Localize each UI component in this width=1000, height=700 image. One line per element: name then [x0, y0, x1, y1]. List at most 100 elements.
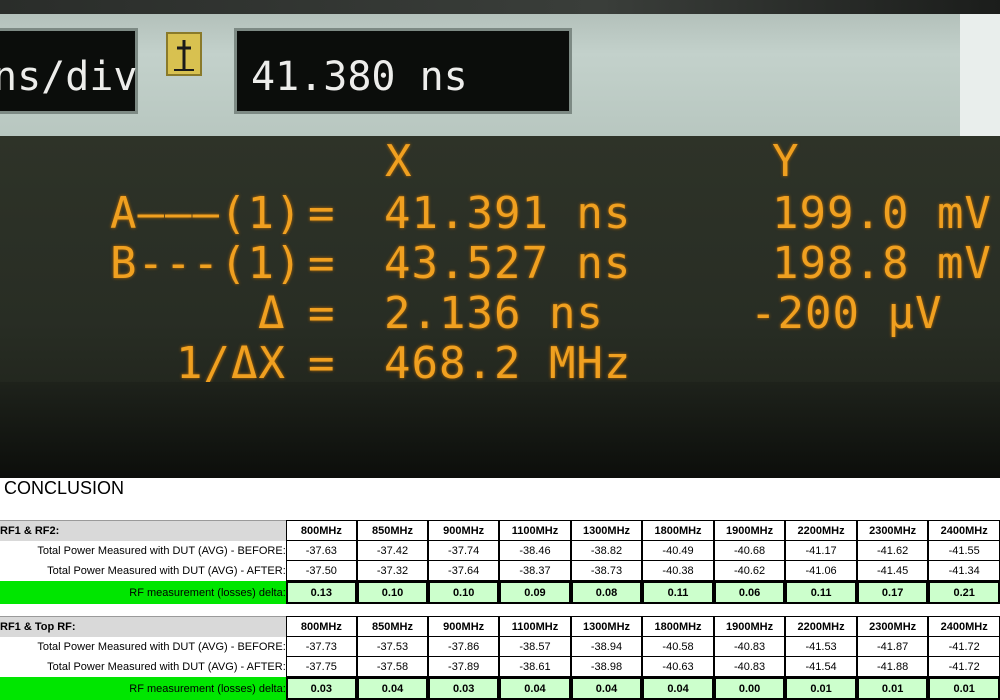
before-value: -40.83	[713, 637, 786, 657]
frequency-header: 2400MHz	[928, 616, 1000, 637]
frequency-header: 1900MHz	[713, 520, 786, 541]
scope-bezel-top	[0, 0, 1000, 14]
before-value: -38.46	[499, 541, 571, 561]
before-value: -40.58	[642, 637, 714, 657]
delta-value: 0.04	[642, 677, 714, 700]
cursor-a-equals: =	[308, 188, 336, 239]
delta-equals: =	[308, 288, 336, 339]
after-value: -40.83	[713, 657, 786, 677]
table-header-row: RF1 & RF2: 800MHz 850MHz 900MHz 1100MHz 1300…	[0, 520, 1000, 541]
before-value: -41.53	[785, 637, 857, 657]
frequency-header: 850MHz	[356, 616, 429, 637]
after-value: -37.89	[428, 657, 500, 677]
before-value: -37.73	[285, 637, 357, 657]
after-value: -40.63	[642, 657, 714, 677]
cursor-b-y: 198.8 mV	[772, 238, 992, 289]
before-value: -41.87	[856, 637, 929, 657]
frequency-header: 800MHz	[285, 616, 357, 637]
timebase-value: ns/div	[0, 54, 138, 100]
delta-value: 0.00	[713, 677, 786, 700]
cursor-a-x: 41.391 ns	[384, 188, 632, 239]
after-value: -41.88	[856, 657, 929, 677]
delta-value: 0.17	[856, 581, 929, 604]
after-value: -41.72	[928, 657, 1000, 677]
after-value: -38.98	[570, 657, 643, 677]
before-label: Total Power Measured with DUT (AVG) - BE…	[37, 641, 286, 653]
frequency-header: 1300MHz	[570, 616, 643, 637]
frequency-header: 800MHz	[285, 520, 357, 541]
rf1-rf2-table: RF1 & RF2: 800MHz 850MHz 900MHz 1100MHz 1300…	[0, 520, 1000, 604]
delta-x: 2.136 ns	[384, 288, 604, 339]
table-row-after: Total Power Measured with DUT (AVG) - AF…	[0, 561, 1000, 581]
before-value: -37.42	[356, 541, 429, 561]
delta-value: 0.11	[785, 581, 857, 604]
delta-label: RF measurement (losses) delta:	[0, 581, 286, 604]
cursor-b-x: 43.527 ns	[384, 238, 632, 289]
table-row-before: Total Power Measured with DUT (AVG) - BE…	[0, 637, 1000, 657]
after-value: -37.58	[356, 657, 429, 677]
frequency-header: 1800MHz	[642, 520, 714, 541]
before-value: -37.53	[356, 637, 429, 657]
table-row-after: Total Power Measured with DUT (AVG) - AF…	[0, 657, 1000, 677]
after-value: -37.75	[285, 657, 357, 677]
inverse-delta-x: 468.2 MHz	[384, 338, 632, 389]
delta-value: 0.04	[356, 677, 429, 700]
delta-value: 0.06	[713, 581, 786, 604]
delta-value: 0.11	[642, 581, 714, 604]
frequency-header: 2300MHz	[856, 616, 929, 637]
cursor-a-y: 199.0 mV	[772, 188, 992, 239]
cursor-b-equals: =	[308, 238, 336, 289]
before-value: -37.86	[428, 637, 500, 657]
cursor-position-button[interactable]	[166, 32, 202, 76]
delta-value: 0.04	[570, 677, 643, 700]
scope-bezel-bottom	[0, 382, 1000, 478]
before-value: -40.68	[713, 541, 786, 561]
frequency-header: 900MHz	[428, 520, 500, 541]
frequency-header: 1800MHz	[642, 616, 714, 637]
before-value: -40.49	[642, 541, 714, 561]
frequency-header: 2400MHz	[928, 520, 1000, 541]
after-label: Total Power Measured with DUT (AVG) - AF…	[47, 565, 286, 577]
cursor-b-label: B---(1)	[110, 238, 303, 289]
delta-value: 0.09	[499, 581, 571, 604]
table-row-delta: RF measurement (losses) delta: 0.03 0.04 0…	[0, 677, 1000, 700]
after-value: -40.62	[713, 561, 786, 581]
oscilloscope-display: ns/div 41.380 ns X Y A———(1) = 41.391 ns…	[0, 0, 1000, 478]
before-value: -38.82	[570, 541, 643, 561]
position-field[interactable]: 41.380 ns	[234, 28, 572, 114]
section-name: RF1 & Top RF:	[0, 616, 286, 637]
before-value: -41.62	[856, 541, 929, 561]
before-value: -41.72	[928, 637, 1000, 657]
delta-value: 0.03	[428, 677, 500, 700]
delta-value: 0.01	[856, 677, 929, 700]
delta-value: 0.13	[285, 581, 357, 604]
after-value: -37.50	[285, 561, 357, 581]
after-value: -41.06	[785, 561, 857, 581]
rf1-toprf-table: RF1 & Top RF: 800MHz 850MHz 900MHz 1100MHz 1…	[0, 616, 1000, 700]
delta-value: 0.01	[785, 677, 857, 700]
delta-y: -200 µV	[750, 288, 943, 339]
position-value: 41.380 ns	[251, 54, 468, 100]
section-name: RF1 & RF2:	[0, 520, 286, 541]
frequency-header: 2200MHz	[785, 616, 857, 637]
after-value: -40.38	[642, 561, 714, 581]
after-value: -41.45	[856, 561, 929, 581]
frequency-header: 1100MHz	[499, 520, 571, 541]
before-value: -41.55	[928, 541, 1000, 561]
delta-value: 0.21	[928, 581, 1000, 604]
timebase-field[interactable]: ns/div	[0, 28, 138, 114]
before-value: -38.57	[499, 637, 571, 657]
delta-label: RF measurement (losses) delta:	[0, 677, 286, 700]
frequency-header: 850MHz	[356, 520, 429, 541]
before-value: -37.74	[428, 541, 500, 561]
frequency-header: 2200MHz	[785, 520, 857, 541]
cursor-marker-icon	[174, 40, 194, 71]
delta-value: 0.03	[285, 677, 357, 700]
after-value: -38.73	[570, 561, 643, 581]
table-row-delta: RF measurement (losses) delta: 0.13 0.10 0…	[0, 581, 1000, 604]
frequency-header: 900MHz	[428, 616, 500, 637]
x-column-header: X	[385, 136, 413, 187]
delta-value: 0.10	[356, 581, 429, 604]
before-value: -38.94	[570, 637, 643, 657]
delta-value: 0.01	[928, 677, 1000, 700]
